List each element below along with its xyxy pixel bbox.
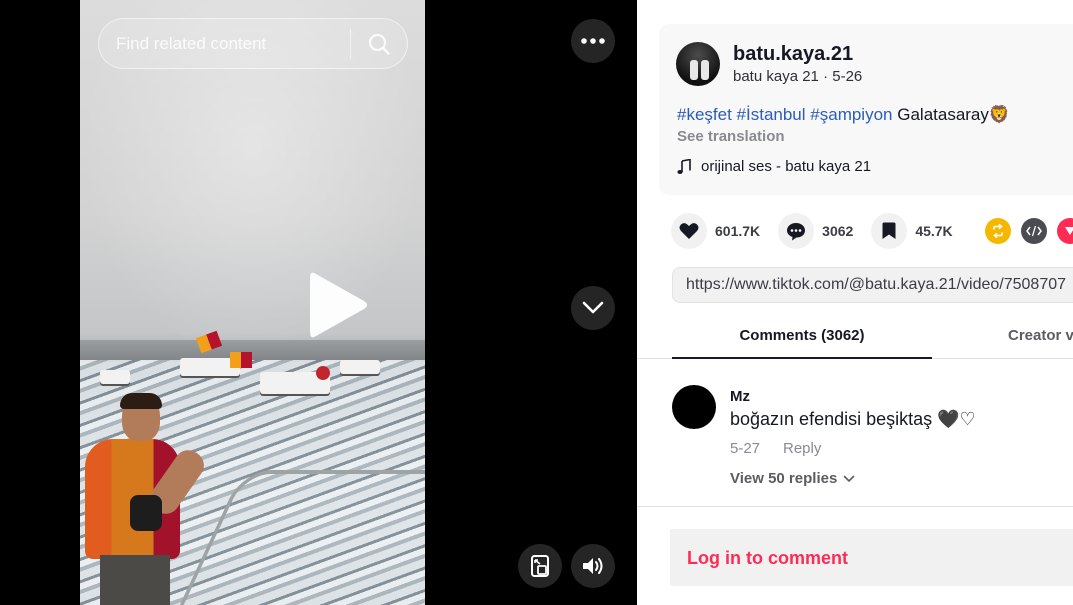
subline-separator: ·	[818, 68, 833, 85]
search-input[interactable]	[99, 19, 350, 68]
music-note-icon	[677, 158, 691, 174]
author-display-name[interactable]: batu kaya 21	[733, 68, 819, 85]
video-boat	[340, 360, 380, 374]
video-shoreline	[80, 340, 425, 362]
divider	[637, 506, 1073, 507]
login-to-comment-link[interactable]: Log in to comment	[687, 548, 848, 569]
search-icon	[368, 33, 390, 55]
video-link-field[interactable]: https://www.tiktok.com/@batu.kaya.21/vid…	[672, 267, 1073, 303]
video-person	[80, 393, 210, 605]
embed-button[interactable]	[1020, 218, 1047, 244]
search-button[interactable]	[351, 19, 407, 68]
mini-player-icon	[531, 555, 549, 577]
sound-link[interactable]: orijinal ses - batu kaya 21	[677, 158, 871, 175]
tab-creator-videos[interactable]: Creator v	[1008, 318, 1073, 359]
heart-icon	[679, 223, 699, 239]
person-legs	[100, 555, 170, 605]
mini-player-button[interactable]	[518, 544, 562, 588]
post-caption: #keşfet #İstanbul #şampiyon Galatasaray🦁	[677, 105, 1010, 125]
post-info-card: batu.kaya.21 batu kaya 21 · 5-26 #keşfet…	[659, 24, 1073, 195]
share-more-button[interactable]	[1056, 218, 1073, 244]
save-button[interactable]: 45.7K	[871, 213, 953, 249]
repost-button[interactable]	[984, 218, 1011, 244]
reply-button[interactable]: Reply	[783, 440, 821, 457]
avatar-figure	[701, 60, 709, 80]
login-bar: Log in to comment	[670, 529, 1073, 586]
avatar-figure	[690, 60, 698, 80]
comment-count: 3062	[822, 223, 854, 239]
video-player[interactable]	[80, 0, 425, 605]
like-icon-wrap	[671, 213, 707, 249]
hashtag-link[interactable]: #şampiyon	[810, 105, 892, 124]
comment-date: 5-27	[730, 440, 761, 457]
caption-emoji: 🦁	[988, 105, 1011, 124]
comment-icon-wrap	[778, 213, 815, 249]
caption-text: Galatasaray	[897, 105, 989, 124]
details-pane: batu.kaya.21 batu kaya 21 · 5-26 #keşfet…	[637, 0, 1073, 605]
hashtag-link[interactable]: #İstanbul	[737, 105, 806, 124]
post-date: 5-26	[832, 68, 863, 85]
bookmark-icon	[882, 222, 896, 239]
repost-icon	[992, 224, 1003, 238]
comment-bubble-icon	[787, 222, 806, 240]
video-flag	[230, 352, 252, 368]
tab-bar: Comments (3062) Creator v	[637, 318, 1073, 359]
video-pane	[0, 0, 637, 605]
view-replies-label: View 50 replies	[730, 470, 838, 487]
comment-button[interactable]: 3062	[778, 213, 853, 249]
commenter-username[interactable]: Mz	[730, 388, 750, 405]
send-icon	[1064, 227, 1073, 235]
person-bag	[130, 495, 162, 531]
play-icon[interactable]	[306, 270, 370, 340]
like-button[interactable]: 601.7K	[671, 213, 760, 249]
save-icon-wrap	[871, 213, 908, 249]
view-replies-button[interactable]: View 50 replies	[730, 470, 855, 487]
see-translation-link[interactable]: See translation	[677, 128, 785, 145]
more-options-button[interactable]	[571, 19, 615, 63]
save-count: 45.7K	[915, 223, 953, 239]
more-horizontal-icon	[581, 38, 605, 44]
comment-text: boğazın efendisi beşiktaş 🖤♡	[730, 409, 976, 429]
code-embed-icon	[1025, 225, 1042, 237]
commenter-avatar[interactable]	[672, 385, 716, 429]
search-bar	[98, 18, 408, 69]
next-video-button[interactable]	[571, 286, 615, 330]
sound-name: orijinal ses - batu kaya 21	[701, 158, 872, 175]
tab-comments[interactable]: Comments (3062)	[672, 318, 932, 359]
volume-icon	[583, 558, 603, 574]
author-username[interactable]: batu.kaya.21	[733, 43, 853, 66]
video-flag	[316, 366, 330, 380]
chevron-down-icon	[582, 301, 604, 314]
action-bar: 601.7K 3062 45.7K	[671, 213, 1073, 249]
sound-button[interactable]	[571, 544, 615, 588]
author-avatar[interactable]	[676, 42, 720, 86]
person-hair	[120, 393, 162, 409]
author-subline: batu kaya 21 · 5-26	[733, 68, 862, 85]
chevron-down-icon	[843, 475, 855, 482]
video-boat	[100, 370, 130, 384]
like-count: 601.7K	[715, 223, 761, 239]
hashtag-link[interactable]: #keşfet	[677, 105, 732, 124]
